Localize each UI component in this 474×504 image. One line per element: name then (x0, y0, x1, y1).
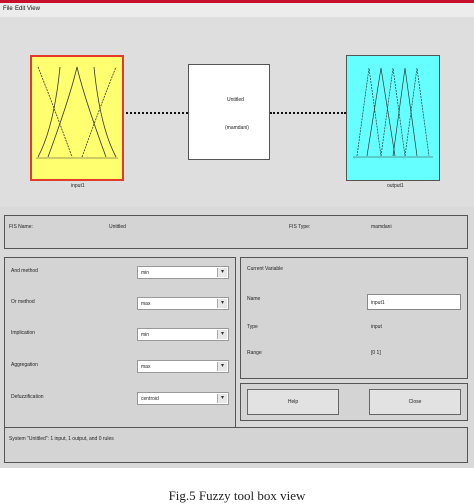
variable-range-label: Range (247, 350, 262, 356)
fis-type-label: FIS Type: (289, 224, 311, 230)
current-variable-panel: Current Variable Name input1 Type input … (240, 257, 468, 379)
chevron-down-icon: ▾ (217, 268, 227, 277)
and-method-select[interactable]: min ▾ (137, 266, 229, 279)
help-button[interactable]: Help (247, 389, 339, 415)
status-bar: System "Untitled": 1 input, 1 output, an… (4, 427, 468, 463)
output-variable-label: output1 (387, 183, 404, 189)
output-membership-functions (353, 67, 433, 158)
current-variable-title: Current Variable (247, 266, 284, 272)
variable-name-label: Name (247, 296, 261, 302)
status-text: System "Untitled": 1 input, 1 output, an… (9, 436, 114, 442)
menu-file[interactable]: File (3, 6, 13, 12)
or-method-select[interactable]: max ▾ (137, 297, 229, 310)
variable-name-field[interactable]: input1 (367, 294, 461, 310)
variable-type-value: input (371, 324, 382, 330)
fis-name-value: Untitled (109, 224, 126, 230)
fis-diagram: input1 Untitled (mamdani) output1 (0, 17, 474, 207)
aggregation-select[interactable]: max ▾ (137, 360, 229, 373)
or-method-label: Or method (11, 299, 35, 305)
fis-editor-window: input1 Untitled (mamdani) output1 FIS Na… (0, 17, 474, 468)
menu-edit[interactable]: Edit (15, 6, 25, 12)
fis-info-panel: FIS Name: Untitled FIS Type: mamdani (4, 215, 468, 249)
output-connector (270, 112, 346, 114)
buttons-panel: Help Close (240, 383, 468, 421)
aggregation-label: Aggregation (11, 362, 38, 368)
defuzzification-select[interactable]: centroid ▾ (137, 392, 229, 405)
chevron-down-icon: ▾ (217, 394, 227, 403)
input-variable-box[interactable] (30, 55, 124, 181)
variable-range-value: [0 1] (371, 350, 381, 356)
implication-label: Implication (11, 330, 35, 336)
rule-system-box[interactable]: Untitled (mamdani) (188, 64, 270, 160)
chevron-down-icon: ▾ (217, 362, 227, 371)
system-type: (mamdani) (225, 125, 249, 131)
figure-caption: Fig.5 Fuzzy tool box view (168, 488, 306, 503)
fis-type-value: mamdani (371, 224, 392, 230)
and-method-label: And method (11, 268, 38, 274)
input-connector (126, 112, 188, 114)
menu-bar: File Edit View (0, 3, 474, 17)
input-membership-functions (36, 66, 118, 159)
close-button[interactable]: Close (369, 389, 461, 415)
methods-panel: And method min ▾ Or method max ▾ Implica… (4, 257, 236, 437)
variable-type-label: Type (247, 324, 258, 330)
menu-view[interactable]: View (27, 6, 40, 12)
output-variable-box[interactable] (346, 55, 440, 181)
fis-name-label: FIS Name: (9, 224, 33, 230)
system-name: Untitled (227, 97, 244, 103)
input-variable-label: input1 (71, 183, 85, 189)
chevron-down-icon: ▾ (217, 330, 227, 339)
defuzzification-label: Defuzzification (11, 394, 44, 400)
chevron-down-icon: ▾ (217, 299, 227, 308)
implication-select[interactable]: min ▾ (137, 328, 229, 341)
